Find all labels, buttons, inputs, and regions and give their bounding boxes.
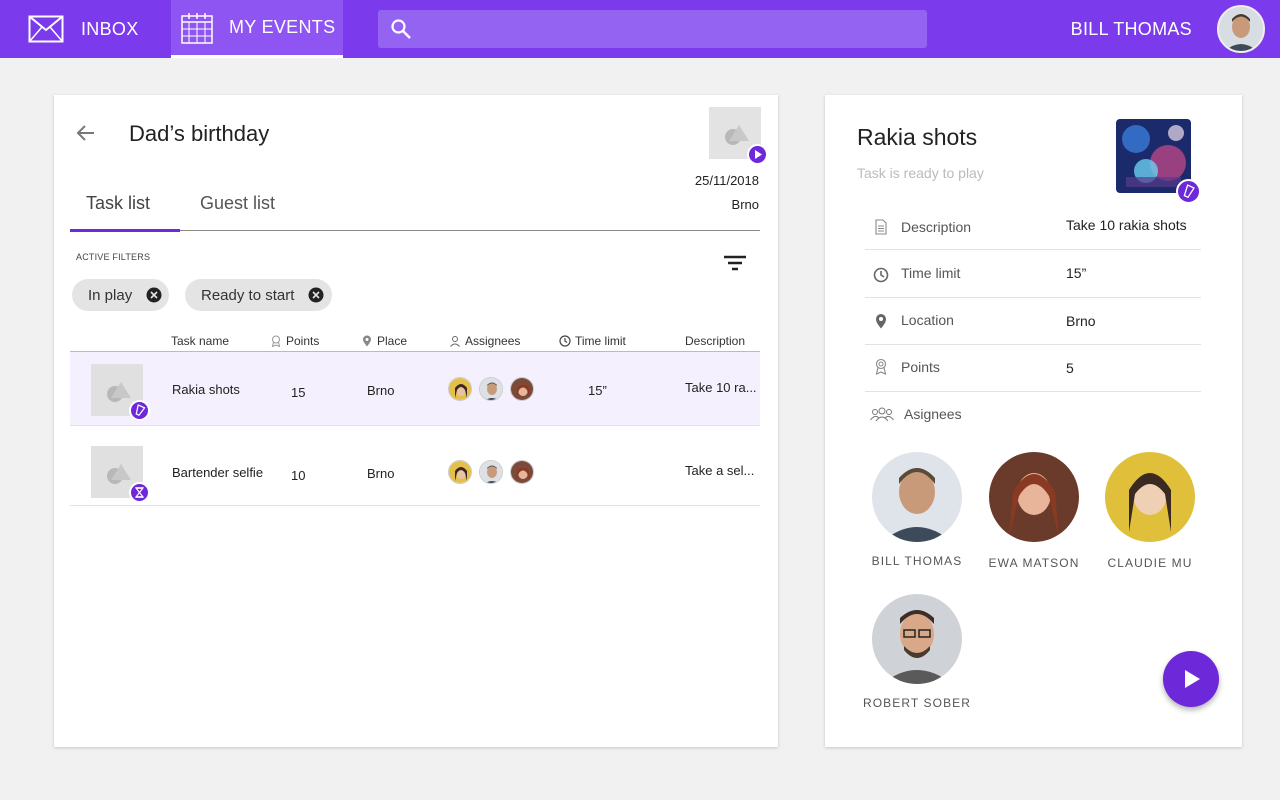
clock-icon <box>559 335 571 347</box>
header-time-limit[interactable]: Time limit <box>559 334 626 348</box>
task-name: Rakia shots <box>172 382 240 397</box>
top-app-bar: INBOX MY EVENTS BILL THOMAS <box>0 0 1280 58</box>
chip-label: In play <box>88 286 133 304</box>
nav-my-events[interactable]: MY EVENTS <box>171 0 343 58</box>
active-filters-label: ACTIVE FILTERS <box>76 252 151 262</box>
task-table: Task name Points Place Assignees Time li… <box>70 330 760 506</box>
hourglass-icon <box>129 482 150 503</box>
award-icon <box>271 335 281 347</box>
task-place: Brno <box>367 466 395 481</box>
task-description: Take a sel... <box>685 463 755 478</box>
filter-chip-ready-to-start[interactable]: Ready to start <box>185 279 332 311</box>
avatar <box>1105 452 1195 542</box>
event-card: Dad’s birthday 25/11/2018 Brno Task list… <box>54 95 778 747</box>
document-icon <box>875 219 887 235</box>
group-icon <box>870 407 894 422</box>
assignee-card[interactable]: BILL THOMAS <box>862 452 972 568</box>
clock-icon <box>873 267 889 283</box>
assignee-card[interactable]: ROBERT SOBER <box>862 594 972 710</box>
detail-time-limit: Time limit 15” <box>865 251 1201 298</box>
tabs: Task list Guest list <box>70 185 760 232</box>
chip-label: Ready to start <box>201 286 295 304</box>
task-points: 10 <box>291 468 306 483</box>
assignee-name: ROBERT SOBER <box>862 696 972 710</box>
task-detail-card: Rakia shots Task is ready to play Descri… <box>825 95 1242 747</box>
user-avatar[interactable] <box>1217 5 1265 53</box>
search-bar[interactable] <box>378 10 927 48</box>
search-input[interactable] <box>412 10 927 48</box>
assignee-name: CLAUDIE MU <box>1107 556 1193 570</box>
header-description[interactable]: Description <box>685 334 745 348</box>
nav-inbox-label: INBOX <box>81 18 139 39</box>
location-pin-icon <box>876 314 886 329</box>
avatar <box>510 460 534 484</box>
nav-my-events-label: MY EVENTS <box>229 17 336 37</box>
task-description: Take 10 ra... <box>685 380 757 395</box>
nav-inbox[interactable]: INBOX <box>28 0 139 58</box>
task-title: Rakia shots <box>857 124 978 150</box>
header-points[interactable]: Points <box>270 334 319 348</box>
assignee-name: EWA MATSON <box>988 556 1080 570</box>
event-play-badge[interactable] <box>747 144 768 165</box>
detail-location: Location Brno <box>865 298 1201 345</box>
calendar-icon <box>181 12 213 44</box>
search-icon <box>391 19 411 39</box>
avatar <box>448 377 472 401</box>
award-icon <box>875 358 887 375</box>
tab-guest-list[interactable]: Guest list <box>200 193 275 214</box>
remove-chip-icon[interactable] <box>146 287 162 303</box>
shot-glass-icon <box>129 400 150 421</box>
shot-glass-icon <box>1183 184 1195 199</box>
header-assignees[interactable]: Assignees <box>449 334 520 348</box>
avatar <box>448 460 472 484</box>
remove-chip-icon[interactable] <box>308 287 324 303</box>
detail-assignees: Asignees <box>865 392 1201 439</box>
table-row[interactable]: Bartender selfie 10 Brno Take a sel... <box>70 426 760 506</box>
location-pin-icon <box>363 335 371 347</box>
table-header: Task name Points Place Assignees Time li… <box>70 330 760 352</box>
task-time-limit: 15” <box>588 383 607 398</box>
filter-chip-in-play[interactable]: In play <box>72 279 169 311</box>
play-icon <box>755 150 762 159</box>
shot-glass-badge <box>1176 179 1201 204</box>
task-assignees <box>448 460 541 484</box>
play-icon <box>1185 670 1200 688</box>
assignee-card[interactable]: EWA MATSON <box>979 452 1089 570</box>
avatar <box>872 594 962 684</box>
person-icon <box>450 336 460 347</box>
header-task-name[interactable]: Task name <box>171 334 229 348</box>
assignee-card[interactable]: CLAUDIE MU <box>1095 452 1205 570</box>
active-tab-indicator <box>70 229 180 232</box>
assignee-name: BILL THOMAS <box>871 554 963 568</box>
task-status: Task is ready to play <box>857 165 984 181</box>
task-place: Brno <box>367 383 395 398</box>
avatar <box>510 377 534 401</box>
detail-description: Description Take 10 rakia shots <box>865 203 1201 250</box>
user-name[interactable]: BILL THOMAS <box>1071 0 1192 58</box>
avatar <box>479 377 503 401</box>
table-row[interactable]: Rakia shots 15 Brno 15” Take 10 ra... <box>70 352 760 426</box>
back-arrow-icon[interactable] <box>74 121 98 145</box>
envelope-icon <box>28 15 64 43</box>
avatar <box>989 452 1079 542</box>
avatar <box>872 452 962 542</box>
avatar <box>479 460 503 484</box>
avatar-photo-icon <box>1219 7 1263 51</box>
task-points: 15 <box>291 385 306 400</box>
detail-points: Points 5 <box>865 345 1201 392</box>
filter-icon[interactable] <box>723 253 747 273</box>
task-name: Bartender selfie <box>172 465 264 480</box>
tab-task-list[interactable]: Task list <box>86 193 150 214</box>
play-task-button[interactable] <box>1163 651 1219 707</box>
event-title: Dad’s birthday <box>129 121 270 146</box>
header-place[interactable]: Place <box>361 334 407 348</box>
task-assignees <box>448 377 541 401</box>
